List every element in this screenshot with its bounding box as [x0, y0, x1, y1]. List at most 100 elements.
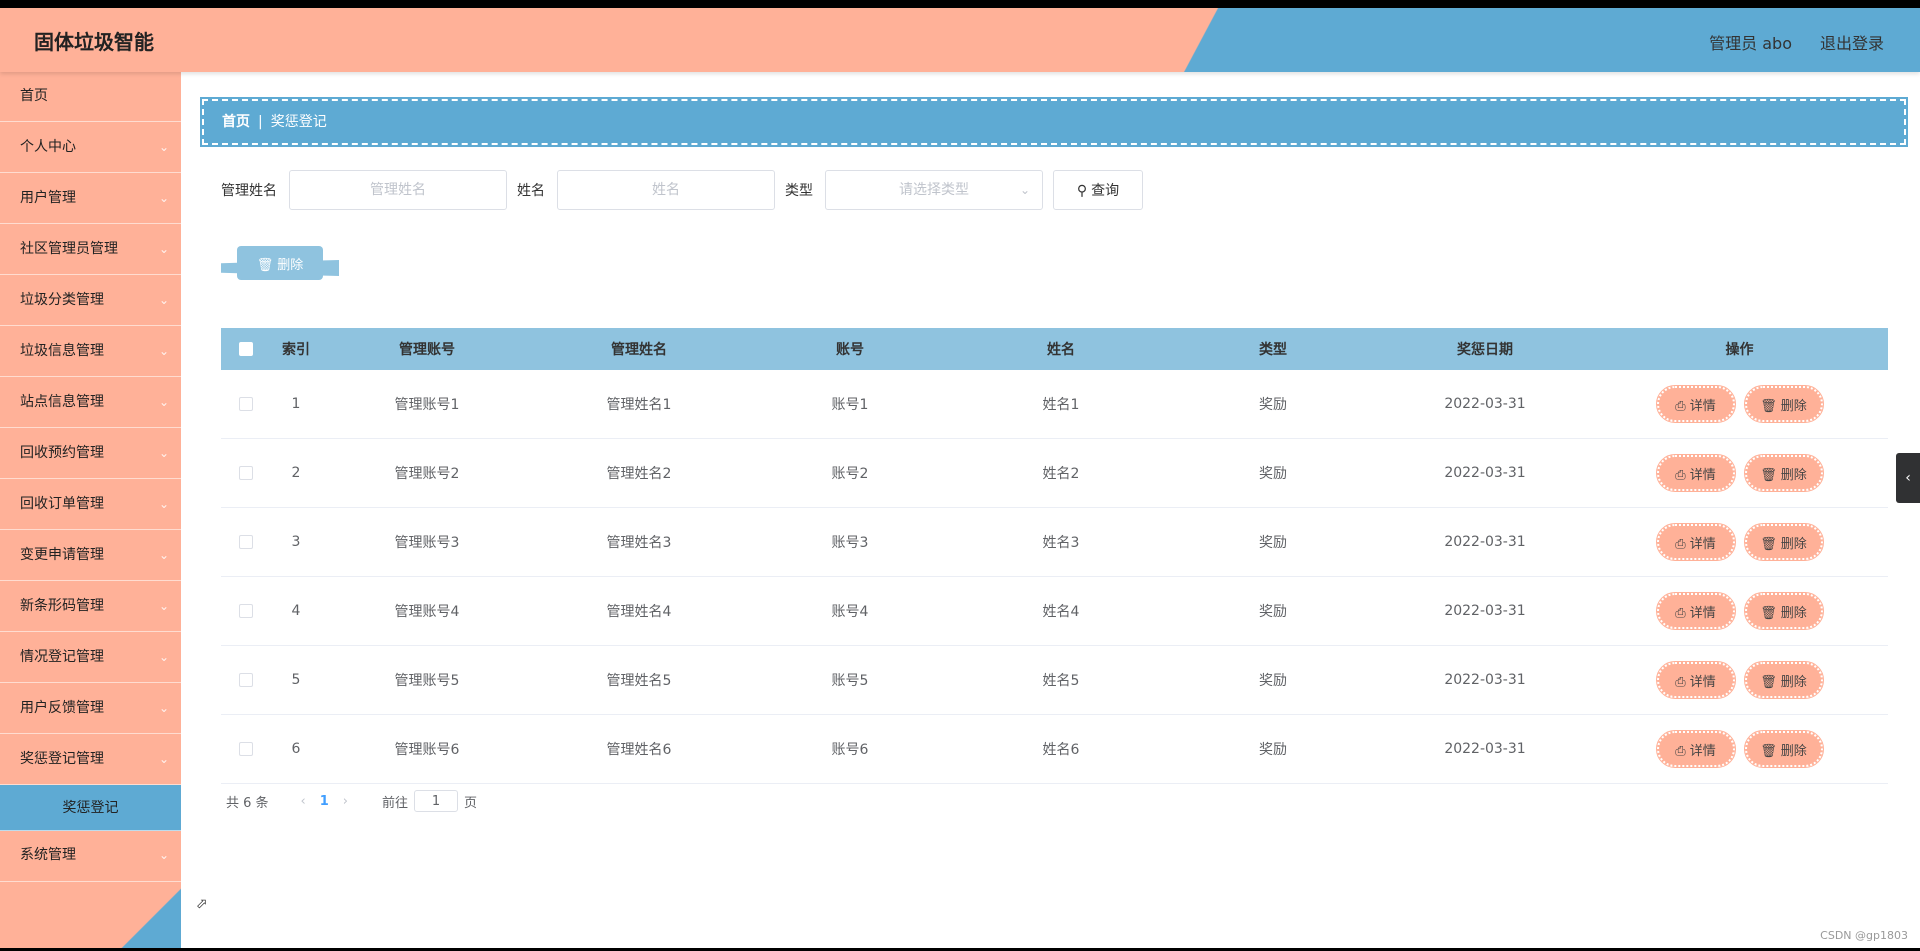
sidebar-item-label: 回收预约管理 — [20, 445, 104, 461]
col-account: 账号 — [836, 342, 864, 358]
sidebar-item-label: 首页 — [20, 88, 48, 104]
col-actions: 操作 — [1725, 342, 1754, 358]
sidebar-item[interactable]: 情况登记管理 ⌄ — [0, 632, 181, 683]
row-actions: ⎙ 详情 🗑 删除 — [1591, 730, 1888, 768]
detail-button[interactable]: ⎙ 详情 — [1655, 385, 1736, 423]
trash-icon: 🗑 — [1760, 605, 1777, 621]
cell-index: 3 — [291, 534, 301, 550]
next-page-icon[interactable]: › — [343, 794, 348, 809]
sidebar-item[interactable]: 回收订单管理 ⌄ — [0, 479, 181, 530]
delete-button[interactable]: 🗑 删除 — [1743, 592, 1824, 630]
sidebar-item-home[interactable]: 首页 — [0, 72, 181, 122]
cell-type: 奖励 — [1259, 604, 1287, 620]
row-select-cell — [221, 673, 271, 687]
sidebar-item[interactable]: 垃圾分类管理 ⌄ — [0, 275, 181, 326]
watermark: CSDN @gp1803 — [1820, 929, 1908, 942]
trash-icon: 🗑 — [1760, 674, 1777, 690]
breadcrumb-home[interactable]: 首页 — [222, 114, 250, 130]
table-header: 索引 管理账号 管理姓名 账号 姓名 类型 奖惩日期 操作 — [221, 328, 1888, 370]
prev-page-icon[interactable]: ‹ — [301, 794, 306, 809]
sidebar-item-label: 变更申请管理 — [20, 547, 104, 563]
detail-button-label: 详情 — [1689, 605, 1716, 621]
sidebar-item-system[interactable]: 系统管理 ⌄ — [0, 831, 181, 882]
admin-name-label: 管理姓名 — [221, 183, 277, 199]
query-button-label: 查询 — [1091, 183, 1120, 199]
cell-admin-account: 管理账号2 — [394, 466, 460, 482]
document-icon: ⎙ — [1675, 605, 1686, 621]
detail-button[interactable]: ⎙ 详情 — [1655, 523, 1736, 561]
type-select[interactable]: 请选择类型 ⌄ — [825, 170, 1043, 210]
chevron-down-icon: ⌄ — [158, 293, 169, 307]
trash-icon: 🗑 — [1760, 743, 1777, 759]
chevron-down-icon: ⌄ — [158, 599, 169, 613]
cell-date: 2022-03-31 — [1444, 603, 1526, 619]
delete-button[interactable]: 🗑 删除 — [1743, 661, 1824, 699]
page-number[interactable]: 1 — [320, 794, 329, 809]
sidebar-item[interactable]: 变更申请管理 ⌄ — [0, 530, 181, 581]
sidebar-item[interactable]: 个人中心 ⌄ — [0, 122, 181, 173]
delete-button[interactable]: 🗑 删除 — [1743, 454, 1824, 492]
row-checkbox[interactable] — [239, 742, 253, 756]
row-actions: ⎙ 详情 🗑 删除 — [1591, 523, 1888, 561]
cell-index: 1 — [291, 396, 301, 412]
cell-admin-name: 管理姓名3 — [606, 535, 672, 551]
collapse-panel-toggle[interactable]: ‹ — [1896, 453, 1920, 503]
row-checkbox[interactable] — [239, 604, 253, 618]
type-label: 类型 — [785, 183, 813, 199]
table-row: 3 管理账号3 管理姓名3 账号3 姓名3 奖励 2022-03-31 ⎙ 详情 🗑 删除 — [221, 508, 1888, 577]
sidebar-item[interactable]: 社区管理员管理 ⌄ — [0, 224, 181, 275]
sidebar-item[interactable]: 回收预约管理 ⌄ — [0, 428, 181, 479]
col-index: 索引 — [282, 342, 310, 358]
name-input[interactable] — [557, 170, 775, 210]
breadcrumb: 首页 | 奖惩登记 — [200, 97, 1908, 147]
cell-type: 奖励 — [1259, 466, 1287, 482]
detail-button[interactable]: ⎙ 详情 — [1655, 661, 1736, 699]
chevron-down-icon: ⌄ — [158, 848, 169, 862]
row-select-cell — [221, 535, 271, 549]
sidebar-item[interactable]: 用户反馈管理 ⌄ — [0, 683, 181, 734]
search-form: 管理姓名 姓名 类型 请选择类型 ⌄ ⚲查询 — [221, 170, 1143, 210]
cell-admin-account: 管理账号1 — [394, 397, 460, 413]
select-all-checkbox[interactable] — [239, 342, 253, 356]
sidebar-item[interactable]: 奖惩登记管理 ⌄ — [0, 734, 181, 785]
sidebar-item[interactable]: 新条形码管理 ⌄ — [0, 581, 181, 632]
logout-link[interactable]: 退出登录 — [1820, 30, 1884, 54]
delete-button[interactable]: 🗑 删除 — [1743, 523, 1824, 561]
detail-button-label: 详情 — [1689, 743, 1716, 759]
cell-index: 6 — [291, 741, 301, 757]
row-select-cell — [221, 742, 271, 756]
chevron-down-icon: ⌄ — [158, 191, 169, 205]
sidebar-item[interactable]: 站点信息管理 ⌄ — [0, 377, 181, 428]
admin-name-input[interactable] — [289, 170, 507, 210]
cell-account: 账号3 — [831, 535, 869, 551]
delete-button[interactable]: 🗑 删除 — [1743, 385, 1824, 423]
row-checkbox[interactable] — [239, 466, 253, 480]
sidebar-subitem-reward-punish[interactable]: 奖惩登记 — [0, 785, 181, 831]
sidebar-item[interactable]: 垃圾信息管理 ⌄ — [0, 326, 181, 377]
sidebar-item-label: 用户反馈管理 — [20, 700, 104, 716]
cell-admin-account: 管理账号3 — [394, 535, 460, 551]
cell-date: 2022-03-31 — [1444, 396, 1526, 412]
delete-button-label: 删除 — [1780, 743, 1807, 759]
row-checkbox[interactable] — [239, 535, 253, 549]
query-button[interactable]: ⚲ 查询 — [1053, 170, 1143, 210]
document-icon: ⎙ — [1675, 398, 1686, 414]
delete-button[interactable]: 🗑 删除 — [1743, 730, 1824, 768]
cell-date: 2022-03-31 — [1444, 534, 1526, 550]
batch-delete-button[interactable]: 🗑 删除 — [237, 246, 323, 280]
cell-type: 奖励 — [1259, 397, 1287, 413]
detail-button[interactable]: ⎙ 详情 — [1655, 592, 1736, 630]
row-actions: ⎙ 详情 🗑 删除 — [1591, 661, 1888, 699]
row-checkbox[interactable] — [239, 673, 253, 687]
cell-account: 账号4 — [831, 604, 869, 620]
sidebar-item[interactable]: 用户管理 ⌄ — [0, 173, 181, 224]
document-icon: ⎙ — [1675, 674, 1686, 690]
detail-button[interactable]: ⎙ 详情 — [1655, 730, 1736, 768]
goto-page-input[interactable] — [414, 790, 459, 812]
cell-admin-name: 管理姓名5 — [606, 673, 672, 689]
cell-account: 账号6 — [831, 742, 869, 758]
detail-button[interactable]: ⎙ 详情 — [1655, 454, 1736, 492]
chevron-down-icon: ⌄ — [1019, 183, 1030, 197]
row-checkbox[interactable] — [239, 397, 253, 411]
detail-button-label: 详情 — [1689, 398, 1716, 414]
